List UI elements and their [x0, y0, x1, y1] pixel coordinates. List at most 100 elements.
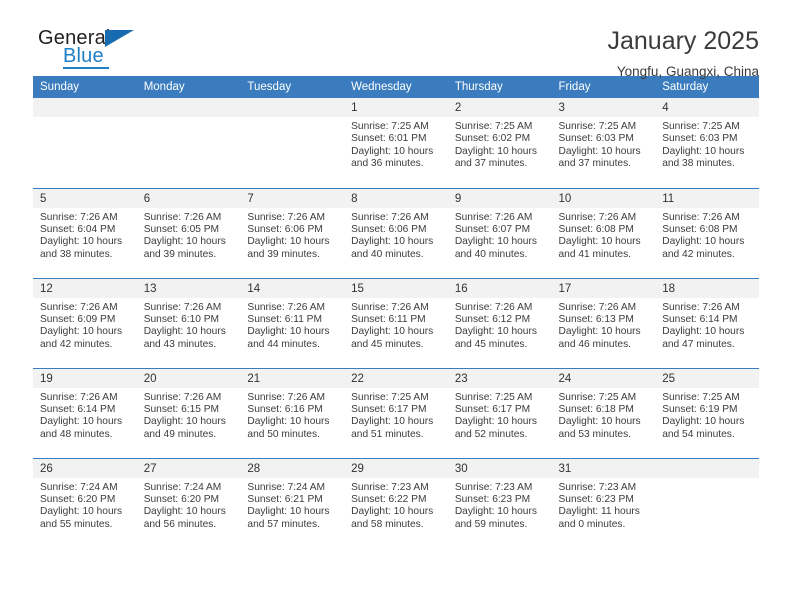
day-number: 8 [344, 188, 448, 208]
calendar-day-cell[interactable]: 15 Sunrise: 7:26 AM Sunset: 6:11 PM Dayligh… [344, 278, 448, 369]
calendar-day-cell[interactable]: 9 Sunrise: 7:26 AM Sunset: 6:07 PM Daylight… [447, 188, 552, 279]
sunrise-text: Sunrise: 7:26 AM [40, 211, 118, 223]
daylight-text-line1: Daylight: 10 hours [351, 236, 434, 248]
day-cell-inner: 7 Sunrise: 7:26 AM Sunset: 6:06 PM Daylight… [240, 188, 345, 278]
day-cell-inner: 27 Sunrise: 7:24 AM Sunset: 6:20 PM Dayligh… [136, 458, 241, 548]
sunset-text: Sunset: 6:14 PM [40, 403, 116, 415]
weekday-header-thursday: Thursday [447, 76, 552, 98]
sunrise-text: Sunrise: 7:26 AM [247, 391, 325, 403]
sunrise-text: Sunrise: 7:26 AM [247, 301, 325, 313]
calendar-week-row: 5 Sunrise: 7:26 AM Sunset: 6:04 PM Daylight… [33, 188, 759, 279]
calendar-day-cell[interactable]: 16 Sunrise: 7:26 AM Sunset: 6:12 PM Dayligh… [447, 278, 552, 369]
calendar-day-cell[interactable]: 31 Sunrise: 7:23 AM Sunset: 6:23 PM Dayligh… [551, 458, 656, 548]
calendar-day-cell[interactable]: 26 Sunrise: 7:24 AM Sunset: 6:20 PM Dayligh… [33, 458, 137, 548]
daylight-text-line1: Daylight: 10 hours [247, 236, 330, 248]
general-blue-logo[interactable]: General Blue [33, 26, 153, 72]
calendar-day-cell[interactable]: 18 Sunrise: 7:26 AM Sunset: 6:14 PM Dayligh… [655, 278, 759, 369]
day-number: 5 [33, 188, 137, 208]
day-number: 27 [136, 458, 241, 478]
calendar-day-cell[interactable]: 21 Sunrise: 7:26 AM Sunset: 6:16 PM Dayligh… [240, 368, 345, 459]
calendar-day-cell[interactable]: 3 Sunrise: 7:25 AM Sunset: 6:03 PM Daylight… [551, 98, 656, 189]
calendar-day-cell[interactable]: 10 Sunrise: 7:26 AM Sunset: 6:08 PM Dayligh… [551, 188, 656, 279]
day-number: 11 [655, 188, 759, 208]
calendar-day-cell[interactable]: 2 Sunrise: 7:25 AM Sunset: 6:02 PM Daylight… [447, 98, 552, 189]
calendar-day-cell[interactable]: 13 Sunrise: 7:26 AM Sunset: 6:10 PM Dayligh… [136, 278, 241, 369]
calendar-day-cell[interactable]: 1 Sunrise: 7:25 AM Sunset: 6:01 PM Daylight… [344, 98, 448, 189]
weekday-header-sunday: Sunday [33, 76, 137, 98]
calendar-day-cell[interactable]: 30 Sunrise: 7:23 AM Sunset: 6:23 PM Dayligh… [447, 458, 552, 548]
daylight-text-line2: and 53 minutes. [558, 428, 632, 440]
day-cell-inner [655, 458, 759, 548]
daylight-text-line1: Daylight: 10 hours [351, 145, 434, 157]
calendar-day-cell[interactable]: 5 Sunrise: 7:26 AM Sunset: 6:04 PM Daylight… [33, 188, 137, 279]
calendar-day-cell[interactable]: 14 Sunrise: 7:26 AM Sunset: 6:11 PM Dayligh… [240, 278, 345, 369]
calendar-cell-empty [33, 98, 137, 189]
daylight-text-line2: and 45 minutes. [454, 338, 528, 350]
daylight-text-line2: and 51 minutes. [351, 428, 424, 440]
calendar-day-cell[interactable]: 11 Sunrise: 7:26 AM Sunset: 6:08 PM Dayligh… [655, 188, 759, 279]
day-info: Sunrise: 7:26 AM Sunset: 6:08 PM Daylight:… [655, 208, 759, 262]
sunrise-text: Sunrise: 7:26 AM [454, 301, 533, 313]
day-cell-inner: 26 Sunrise: 7:24 AM Sunset: 6:20 PM Dayligh… [33, 458, 137, 548]
day-info: Sunrise: 7:26 AM Sunset: 6:05 PM Daylight:… [137, 208, 241, 262]
sunset-text: Sunset: 6:23 PM [454, 493, 531, 505]
calendar-day-cell[interactable]: 23 Sunrise: 7:25 AM Sunset: 6:17 PM Dayligh… [447, 368, 552, 459]
daylight-text-line2: and 44 minutes. [247, 338, 320, 350]
calendar-day-cell[interactable]: 27 Sunrise: 7:24 AM Sunset: 6:20 PM Dayligh… [136, 458, 241, 548]
sunset-text: Sunset: 6:20 PM [143, 493, 220, 505]
daylight-text-line2: and 49 minutes. [143, 428, 217, 440]
daylight-text-line1: Daylight: 10 hours [454, 236, 537, 248]
day-info: Sunrise: 7:26 AM Sunset: 6:12 PM Daylight:… [448, 298, 552, 352]
sunrise-text: Sunrise: 7:26 AM [662, 301, 740, 313]
calendar-day-cell[interactable]: 28 Sunrise: 7:24 AM Sunset: 6:21 PM Dayligh… [240, 458, 345, 548]
calendar-day-cell[interactable]: 17 Sunrise: 7:26 AM Sunset: 6:13 PM Dayligh… [551, 278, 656, 369]
daylight-text-line2: and 55 minutes. [40, 518, 113, 530]
day-cell-inner: 19 Sunrise: 7:26 AM Sunset: 6:14 PM Dayligh… [33, 368, 137, 458]
calendar-day-cell[interactable]: 29 Sunrise: 7:23 AM Sunset: 6:22 PM Dayligh… [344, 458, 448, 548]
calendar-day-cell[interactable]: 7 Sunrise: 7:26 AM Sunset: 6:06 PM Daylight… [240, 188, 345, 279]
calendar-day-cell[interactable]: 22 Sunrise: 7:25 AM Sunset: 6:17 PM Dayligh… [344, 368, 448, 459]
calendar-day-cell[interactable]: 20 Sunrise: 7:26 AM Sunset: 6:15 PM Dayligh… [136, 368, 241, 459]
day-info: Sunrise: 7:23 AM Sunset: 6:22 PM Daylight:… [344, 478, 448, 532]
day-cell-inner: 25 Sunrise: 7:25 AM Sunset: 6:19 PM Dayligh… [655, 368, 759, 458]
title-block: January 2025 Yongfu, Guangxi, China [607, 26, 759, 82]
calendar-day-cell[interactable]: 25 Sunrise: 7:25 AM Sunset: 6:19 PM Dayligh… [655, 368, 759, 459]
calendar-day-cell[interactable]: 8 Sunrise: 7:26 AM Sunset: 6:06 PM Daylight… [344, 188, 448, 279]
day-number: 19 [33, 368, 137, 388]
sunset-text: Sunset: 6:05 PM [143, 223, 220, 235]
day-info: Sunrise: 7:26 AM Sunset: 6:06 PM Daylight:… [240, 208, 344, 262]
daylight-text-line2: and 43 minutes. [143, 338, 217, 350]
calendar-day-cell[interactable]: 19 Sunrise: 7:26 AM Sunset: 6:14 PM Dayligh… [33, 368, 137, 459]
sunset-text: Sunset: 6:17 PM [351, 403, 427, 415]
day-number: 25 [655, 368, 759, 388]
calendar-day-cell[interactable]: 4 Sunrise: 7:25 AM Sunset: 6:03 PM Daylight… [655, 98, 759, 189]
calendar-day-cell[interactable]: 12 Sunrise: 7:26 AM Sunset: 6:09 PM Dayligh… [33, 278, 137, 369]
sunrise-text: Sunrise: 7:25 AM [558, 121, 637, 132]
calendar-week-row: 26 Sunrise: 7:24 AM Sunset: 6:20 PM Dayligh… [33, 458, 759, 548]
sunset-text: Sunset: 6:04 PM [40, 223, 116, 235]
daylight-text-line2: and 52 minutes. [454, 428, 528, 440]
day-info: Sunrise: 7:23 AM Sunset: 6:23 PM Daylight:… [552, 478, 656, 532]
day-info: Sunrise: 7:24 AM Sunset: 6:20 PM Daylight:… [33, 478, 137, 532]
daylight-text-line1: Daylight: 10 hours [247, 416, 330, 428]
daylight-text-line2: and 42 minutes. [40, 338, 113, 350]
sunrise-text: Sunrise: 7:26 AM [143, 301, 222, 313]
sunrise-text: Sunrise: 7:26 AM [247, 211, 325, 223]
daylight-text-line2: and 48 minutes. [40, 428, 113, 440]
day-cell-inner [33, 98, 137, 187]
day-cell-inner: 2 Sunrise: 7:25 AM Sunset: 6:02 PM Daylight… [447, 98, 552, 187]
daylight-text-line1: Daylight: 10 hours [662, 416, 745, 428]
daylight-text-line2: and 59 minutes. [454, 518, 528, 530]
day-number: 18 [655, 278, 759, 298]
calendar-week-row: 1 Sunrise: 7:25 AM Sunset: 6:01 PM Daylight… [33, 98, 759, 189]
sunrise-text: Sunrise: 7:26 AM [143, 211, 222, 223]
daylight-text-line2: and 45 minutes. [351, 338, 424, 350]
daylight-text-line2: and 42 minutes. [662, 248, 735, 260]
day-cell-inner: 17 Sunrise: 7:26 AM Sunset: 6:13 PM Dayligh… [551, 278, 656, 368]
day-cell-inner: 16 Sunrise: 7:26 AM Sunset: 6:12 PM Dayligh… [447, 278, 552, 368]
calendar-day-cell[interactable]: 6 Sunrise: 7:26 AM Sunset: 6:05 PM Daylight… [136, 188, 241, 279]
calendar-day-cell[interactable]: 24 Sunrise: 7:25 AM Sunset: 6:18 PM Dayligh… [551, 368, 656, 459]
day-cell-inner: 5 Sunrise: 7:26 AM Sunset: 6:04 PM Daylight… [33, 188, 137, 278]
sunrise-text: Sunrise: 7:24 AM [40, 481, 118, 493]
page-header: General Blue January 2025 Yongfu, Guangx… [33, 0, 759, 79]
